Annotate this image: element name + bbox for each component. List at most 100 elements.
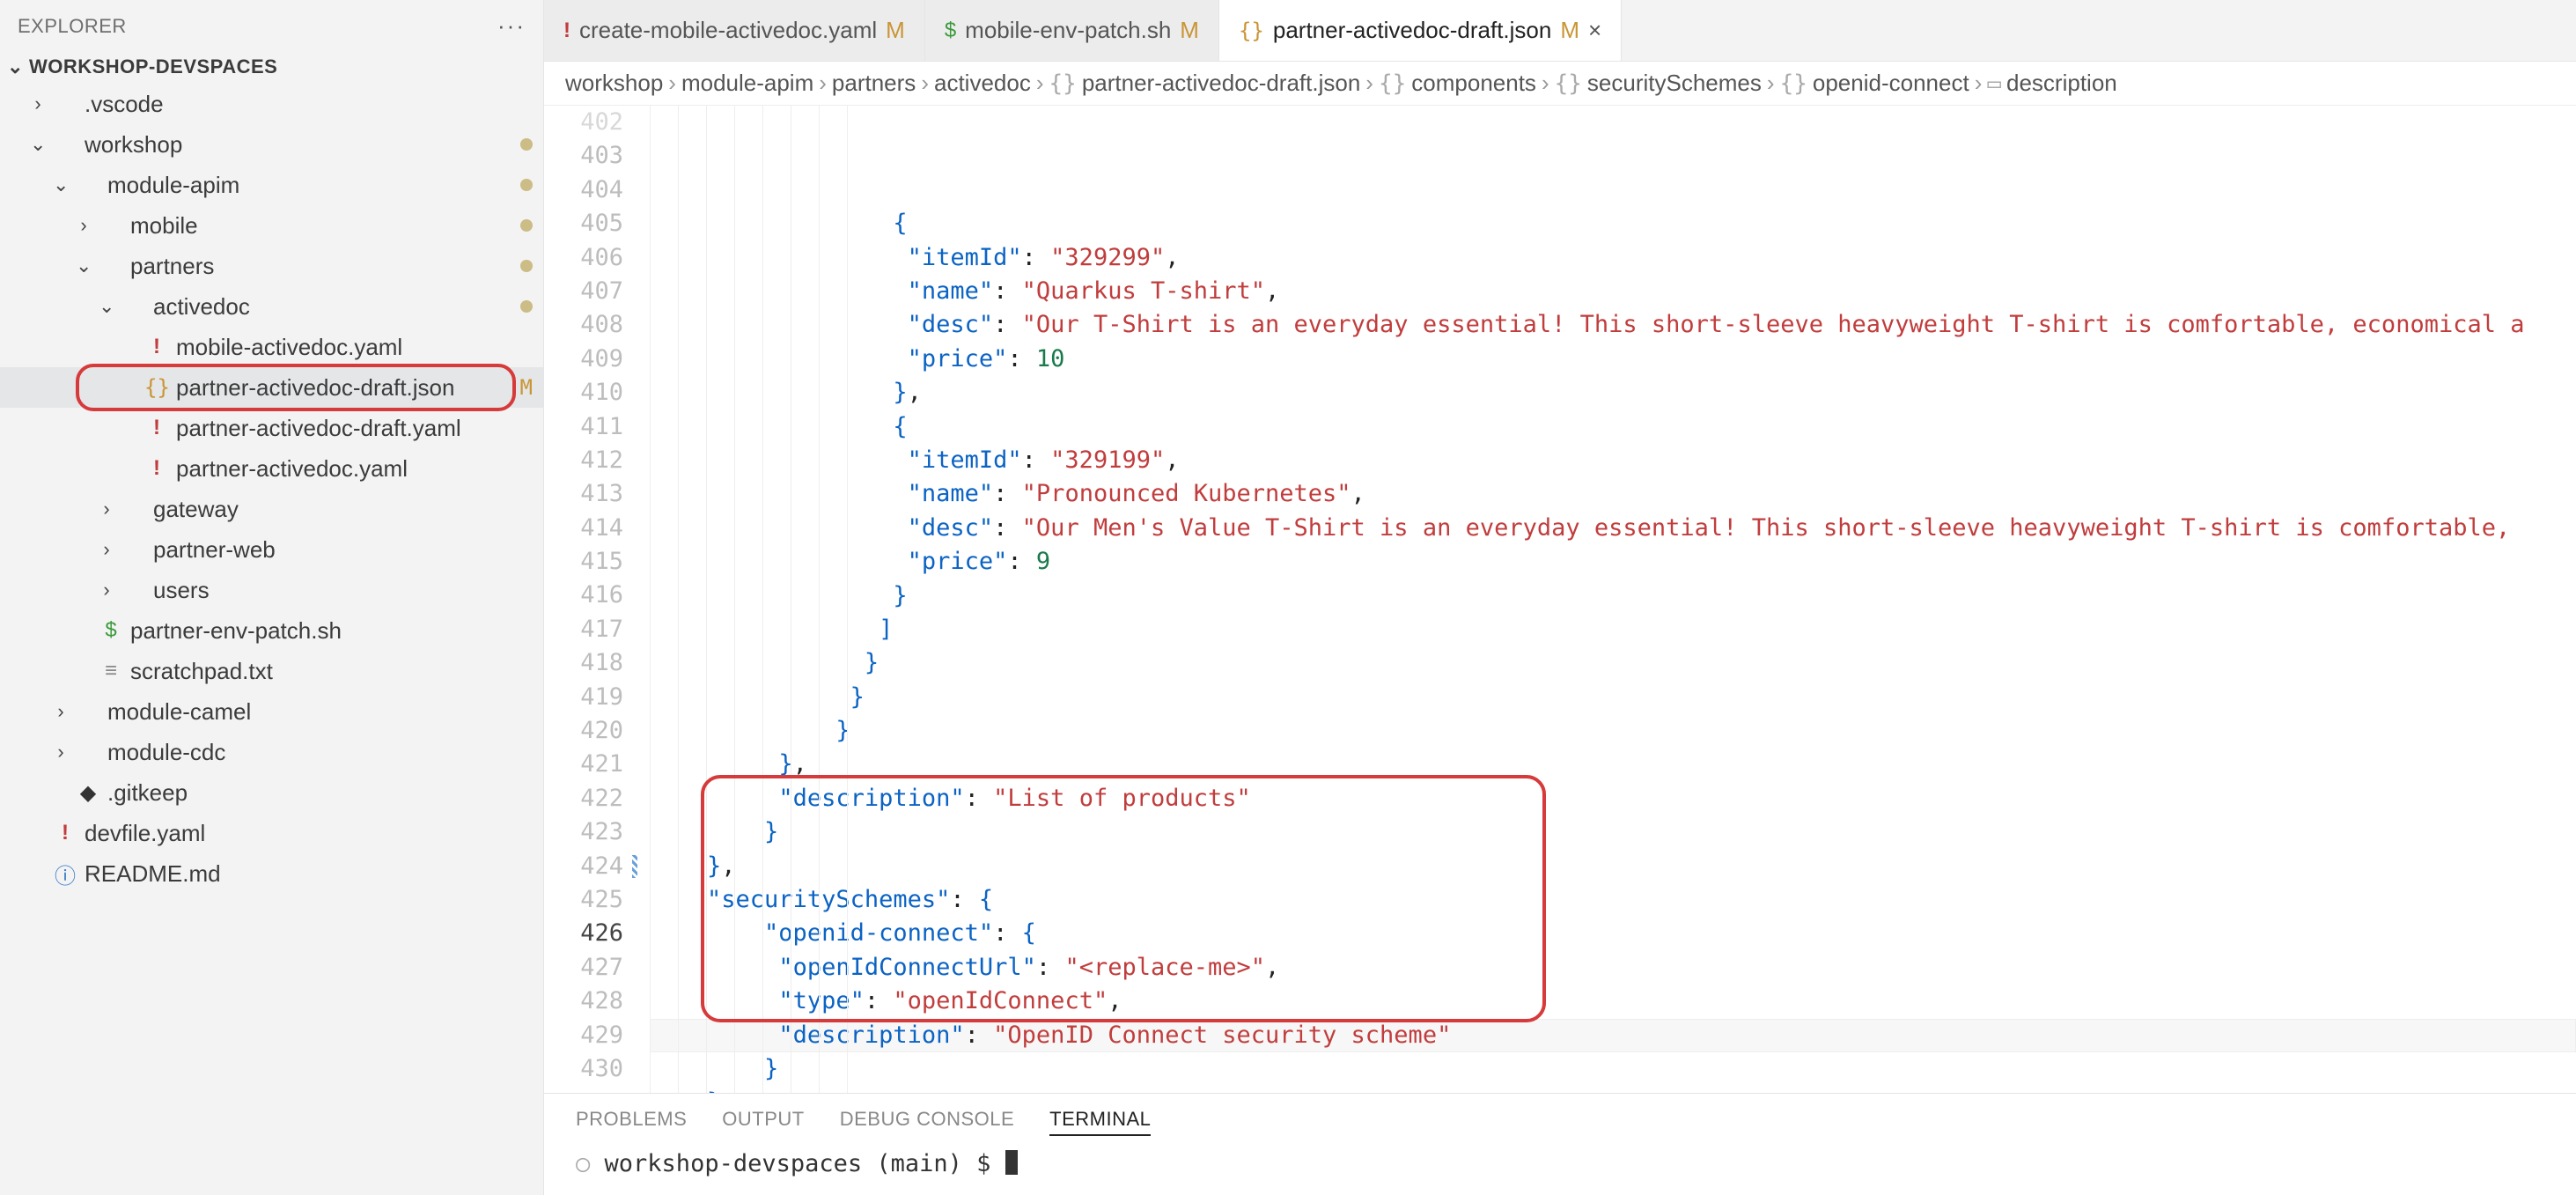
- tree-row-devfile-yaml[interactable]: !devfile.yaml: [0, 813, 543, 853]
- chevron-right-icon: ›: [1365, 70, 1373, 97]
- code-line[interactable]: },: [650, 748, 2576, 781]
- code-line[interactable]: "itemId": "329199",: [650, 444, 2576, 477]
- tree-row--gitkeep[interactable]: ◆.gitkeep: [0, 772, 543, 813]
- code-area[interactable]: { "itemId": "329299", "name": "Quarkus T…: [650, 106, 2576, 1093]
- code-line[interactable]: "description": "OpenID Connect security …: [650, 1019, 2576, 1052]
- code-line[interactable]: "price": 10: [650, 343, 2576, 376]
- tree-row-workshop[interactable]: ⌄workshop: [0, 124, 543, 165]
- line-number: 423: [544, 815, 623, 849]
- code-line[interactable]: ]: [650, 613, 2576, 646]
- code-line[interactable]: "openIdConnectUrl": "<replace-me>",: [650, 951, 2576, 985]
- chevron-right-icon[interactable]: ›: [76, 214, 92, 237]
- code-line[interactable]: "openid-connect": {: [650, 917, 2576, 950]
- tree-row-mobile[interactable]: ›mobile: [0, 205, 543, 246]
- panel-tabs[interactable]: PROBLEMS OUTPUT DEBUG CONSOLE TERMINAL: [544, 1094, 2576, 1145]
- tree-item-label: partners: [130, 253, 513, 280]
- code-line[interactable]: "securitySchemes": {: [650, 883, 2576, 917]
- chevron-right-icon[interactable]: ›: [53, 700, 69, 723]
- line-number: 405: [544, 207, 623, 240]
- modified-dot: [520, 179, 533, 191]
- panel-tab-output[interactable]: OUTPUT: [722, 1108, 804, 1136]
- code-line[interactable]: {: [650, 410, 2576, 444]
- tree-row-mobile-activedoc-yaml[interactable]: !mobile-activedoc.yaml: [0, 327, 543, 367]
- chevron-right-icon[interactable]: ›: [30, 92, 46, 115]
- terminal[interactable]: ○ workshop-devspaces (main) $: [544, 1145, 2576, 1195]
- chevron-right-icon[interactable]: ›: [99, 498, 114, 520]
- line-number: 426: [544, 917, 623, 950]
- breadcrumb-item[interactable]: components: [1411, 70, 1536, 97]
- code-line[interactable]: "description": "List of products": [650, 782, 2576, 815]
- code-line[interactable]: }: [650, 815, 2576, 849]
- tree-row-module-camel[interactable]: › module-camel: [0, 691, 543, 732]
- breadcrumb-item[interactable]: securitySchemes: [1587, 70, 1762, 97]
- chevron-right-icon[interactable]: ›: [99, 579, 114, 601]
- chevron-down-icon[interactable]: ⌄: [99, 295, 114, 318]
- breadcrumb-item[interactable]: openid-connect: [1813, 70, 1969, 97]
- code-line[interactable]: }: [650, 646, 2576, 680]
- code-line[interactable]: {: [650, 207, 2576, 240]
- tree-row--vscode[interactable]: ›.vscode: [0, 84, 543, 124]
- file-tree[interactable]: ›.vscode⌄workshop⌄module-apim›mobile ⌄ par…: [0, 84, 543, 1195]
- code-line[interactable]: "desc": "Our Men's Value T-Shirt is an e…: [650, 512, 2576, 545]
- code-line[interactable]: }: [650, 1052, 2576, 1086]
- tree-row-partner-web[interactable]: ›partner-web: [0, 529, 543, 570]
- chevron-right-icon[interactable]: ›: [53, 741, 69, 763]
- code-line[interactable]: }: [650, 1086, 2576, 1093]
- code-line[interactable]: }: [650, 579, 2576, 613]
- tab-create-mobile-activedoc-yaml[interactable]: !create-mobile-activedoc.yamlM: [544, 0, 925, 61]
- chevron-right-icon: ›: [1542, 70, 1549, 97]
- close-icon[interactable]: ×: [1588, 17, 1601, 44]
- panel-tab-terminal[interactable]: TERMINAL: [1049, 1108, 1151, 1136]
- tree-item-label: module-camel: [107, 698, 533, 726]
- chevron-down-icon[interactable]: ⌄: [76, 254, 92, 277]
- code-line[interactable]: "price": 9: [650, 545, 2576, 579]
- tree-item-label: gateway: [153, 496, 533, 523]
- tree-row-scratchpad-txt[interactable]: ≡scratchpad.txt: [0, 651, 543, 691]
- breadcrumb-item[interactable]: activedoc: [934, 70, 1031, 97]
- code-line[interactable]: }: [650, 714, 2576, 748]
- chevron-down-icon[interactable]: ⌄: [30, 133, 46, 156]
- panel-tab-debug-console[interactable]: DEBUG CONSOLE: [840, 1108, 1014, 1136]
- tree-row-module-cdc[interactable]: ›module-cdc: [0, 732, 543, 772]
- chevron-right-icon[interactable]: ›: [99, 538, 114, 561]
- breadcrumbs[interactable]: workshop › module-apim › partners › acti…: [544, 62, 2576, 106]
- code-line[interactable]: "itemId": "329299",: [650, 241, 2576, 275]
- code-line[interactable]: "desc": "Our T-Shirt is an everyday esse…: [650, 308, 2576, 342]
- panel-tab-problems[interactable]: PROBLEMS: [576, 1108, 687, 1136]
- tree-row-module-apim[interactable]: ⌄module-apim: [0, 165, 543, 205]
- line-number: 422: [544, 782, 623, 815]
- tree-item-label: partner-activedoc.yaml: [176, 455, 533, 483]
- code-line[interactable]: "name": "Pronounced Kubernetes",: [650, 477, 2576, 511]
- tab-partner-activedoc-draft-json[interactable]: {}partner-activedoc-draft.jsonM×: [1219, 0, 1622, 61]
- tree-row-readme-md[interactable]: ⓘREADME.md: [0, 853, 543, 894]
- editor-tabs[interactable]: !create-mobile-activedoc.yamlM$mobile-en…: [544, 0, 2576, 62]
- editor[interactable]: 4024034044054064074084094104114124134144…: [544, 106, 2576, 1093]
- tree-row-partner-activedoc-draft-json[interactable]: {}partner-activedoc-draft.jsonM: [0, 367, 543, 408]
- code-line[interactable]: }: [650, 681, 2576, 714]
- tree-row-partners[interactable]: ⌄ partners: [0, 246, 543, 286]
- workspace-header[interactable]: ⌄ WORKSHOP-DEVSPACES: [0, 50, 543, 84]
- code-line[interactable]: "name": "Quarkus T-shirt",: [650, 275, 2576, 308]
- more-icon[interactable]: ···: [497, 12, 526, 40]
- tree-row-gateway[interactable]: › gateway: [0, 489, 543, 529]
- code-line[interactable]: },: [650, 850, 2576, 883]
- code-line[interactable]: "type": "openIdConnect",: [650, 985, 2576, 1018]
- breadcrumb-item[interactable]: description: [2006, 70, 2117, 97]
- breadcrumb-item[interactable]: partners: [832, 70, 916, 97]
- code-line[interactable]: },: [650, 376, 2576, 409]
- tree-row-partner-env-patch-sh[interactable]: $partner-env-patch.sh: [0, 610, 543, 651]
- tree-row-partner-activedoc-draft-yaml[interactable]: !partner-activedoc-draft.yaml: [0, 408, 543, 448]
- breadcrumb-item[interactable]: module-apim: [681, 70, 813, 97]
- modified-dot: [520, 219, 533, 232]
- breadcrumb-item[interactable]: partner-activedoc-draft.json: [1082, 70, 1360, 97]
- breadcrumb-item[interactable]: workshop: [565, 70, 663, 97]
- chevron-right-icon: ›: [668, 70, 676, 97]
- chevron-right-icon: ›: [921, 70, 929, 97]
- chevron-down-icon: ⌄: [7, 55, 24, 78]
- tree-row-partner-activedoc-yaml[interactable]: !partner-activedoc.yaml: [0, 448, 543, 489]
- tree-row-activedoc[interactable]: ⌄activedoc: [0, 286, 543, 327]
- chevron-down-icon[interactable]: ⌄: [53, 173, 69, 196]
- line-number: 418: [544, 646, 623, 680]
- tree-row-users[interactable]: ›users: [0, 570, 543, 610]
- tab-mobile-env-patch-sh[interactable]: $mobile-env-patch.shM: [925, 0, 1219, 61]
